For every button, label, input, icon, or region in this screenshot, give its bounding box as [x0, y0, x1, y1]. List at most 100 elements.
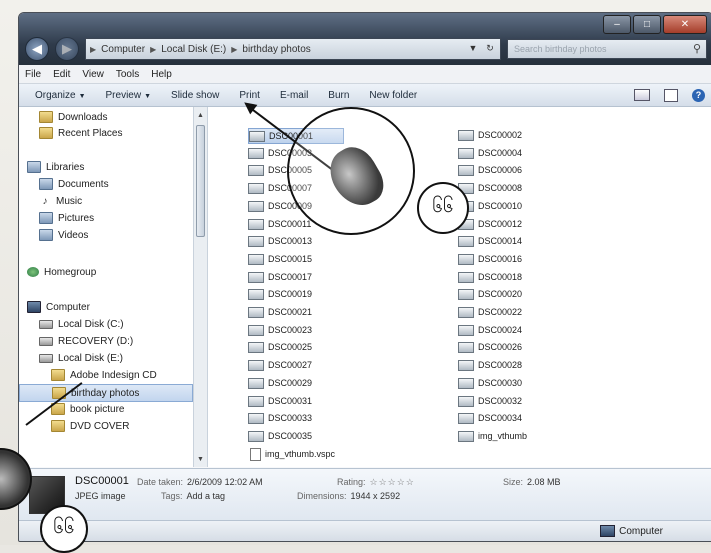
file-item[interactable]: DSC00030	[458, 376, 522, 390]
nav-item-birthday-photos[interactable]: birthday photos	[19, 384, 193, 402]
address-bar[interactable]: ▶ Computer ▶ Local Disk (E:) ▶ birthday …	[85, 38, 501, 60]
nav-item-computer[interactable]: Computer	[19, 299, 193, 315]
title-bar: – □ ✕ ◀ ▶ ▶ Computer ▶ Local Disk (E:) ▶…	[19, 13, 711, 65]
status-bar: Computer	[19, 520, 711, 541]
file-name: DSC00002	[478, 130, 523, 140]
file-item[interactable]: DSC00019	[248, 287, 312, 301]
nav-item-local-disk-e[interactable]: Local Disk (E:)	[19, 350, 193, 366]
slideshow-button[interactable]: Slide show	[161, 90, 229, 101]
breadcrumb-birthday-photos[interactable]: birthday photos	[237, 44, 315, 55]
file-item[interactable]: DSC00022	[458, 305, 522, 319]
refresh-icon[interactable]: ↻	[483, 41, 497, 55]
image-file-icon	[248, 359, 264, 371]
breadcrumb-computer[interactable]: Computer	[96, 44, 150, 55]
file-item[interactable]: DSC00025	[248, 340, 312, 354]
file-item[interactable]: DSC00002	[458, 128, 522, 142]
back-button[interactable]: ◀	[25, 37, 49, 61]
menu-help[interactable]: Help	[151, 69, 172, 80]
file-item[interactable]: img_vthumb	[458, 429, 527, 443]
file-item[interactable]: DSC00031	[248, 394, 312, 408]
selected-file-type: JPEG image	[75, 491, 126, 501]
library-icon	[39, 212, 53, 224]
file-item[interactable]: img_vthumb.vspc	[250, 447, 335, 461]
file-item[interactable]: DSC00032	[458, 394, 522, 408]
rating[interactable]: Rating: ☆☆☆☆☆	[337, 477, 415, 488]
maximize-button[interactable]: □	[633, 15, 661, 34]
preview-button[interactable]: Preview ▼	[96, 90, 162, 101]
file-name: DSC00025	[268, 342, 313, 352]
nav-item-local-disk-c[interactable]: Local Disk (C:)	[19, 316, 193, 332]
chevron-down-icon[interactable]: ▼	[466, 41, 480, 55]
menu-view[interactable]: View	[82, 69, 104, 80]
minimize-button[interactable]: –	[603, 15, 631, 34]
email-button[interactable]: E-mail	[270, 90, 318, 101]
scroll-up-icon[interactable]: ▲	[194, 109, 207, 121]
nav-item-downloads[interactable]: Downloads	[19, 109, 193, 125]
change-view-icon[interactable]	[634, 89, 650, 101]
image-file-icon	[248, 271, 264, 283]
nav-item-dvd-cover[interactable]: DVD COVER	[19, 418, 193, 434]
file-name: DSC00014	[478, 236, 523, 246]
nav-item-recent-places[interactable]: Recent Places	[19, 125, 193, 141]
image-file-icon	[458, 412, 474, 424]
file-item[interactable]: DSC00020	[458, 287, 522, 301]
file-item[interactable]: DSC00029	[248, 376, 312, 390]
search-input[interactable]: Search birthday photos ⚲	[507, 39, 707, 59]
scroll-down-icon[interactable]: ▼	[194, 453, 207, 465]
hand-icon	[321, 139, 391, 215]
file-item[interactable]: DSC00004	[458, 146, 522, 160]
file-item[interactable]: DSC00006	[458, 163, 522, 177]
nav-item-pictures[interactable]: Pictures	[19, 210, 193, 226]
file-item[interactable]: DSC00023	[248, 323, 312, 337]
file-item[interactable]: DSC00027	[248, 358, 312, 372]
burn-button[interactable]: Burn	[318, 90, 359, 101]
file-item[interactable]: DSC00024	[458, 323, 522, 337]
breadcrumb-local-disk[interactable]: Local Disk (E:)	[156, 44, 231, 55]
file-item[interactable]: DSC00035	[248, 429, 312, 443]
search-icon[interactable]: ⚲	[693, 42, 701, 55]
tags-value[interactable]: Add a tag	[187, 491, 226, 501]
file-item[interactable]: DSC00033	[248, 411, 312, 425]
file-item[interactable]: DSC00016	[458, 252, 522, 266]
menu-tools[interactable]: Tools	[116, 69, 139, 80]
file-item[interactable]: DSC00015	[248, 252, 312, 266]
nav-item-documents[interactable]: Documents	[19, 176, 193, 192]
organize-button[interactable]: Organize ▼	[25, 90, 96, 101]
new-folder-button[interactable]: New folder	[359, 90, 427, 101]
file-item[interactable]: DSC00028	[458, 358, 522, 372]
image-file-icon	[458, 253, 474, 265]
nav-item-music[interactable]: ♪ Music	[19, 193, 193, 209]
tags[interactable]: Tags: Add a tag	[161, 491, 225, 501]
rating-label: Rating:	[337, 477, 366, 487]
file-item[interactable]: DSC00008	[458, 181, 522, 195]
scroll-thumb[interactable]	[196, 125, 205, 237]
file-item[interactable]: DSC00034	[458, 411, 522, 425]
preview-pane-icon[interactable]	[664, 88, 678, 102]
file-item[interactable]: DSC00018	[458, 270, 522, 284]
image-file-icon	[458, 395, 474, 407]
file-item[interactable]: DSC00017	[248, 270, 312, 284]
file-name: DSC00012	[478, 219, 523, 229]
forward-button[interactable]: ▶	[55, 37, 79, 61]
file-item[interactable]: DSC00012	[458, 217, 522, 231]
nav-item-recovery-d[interactable]: RECOVERY (D:)	[19, 333, 193, 349]
file-item[interactable]: DSC00021	[248, 305, 312, 319]
close-button[interactable]: ✕	[663, 15, 707, 34]
rating-stars[interactable]: ☆☆☆☆☆	[370, 477, 415, 487]
nav-item-libraries[interactable]: Libraries	[19, 159, 193, 175]
nav-item-videos[interactable]: Videos	[19, 227, 193, 243]
help-icon[interactable]: ?	[692, 88, 705, 102]
file-list: DSC00001 DSC00003 DSC00005 DSC00007 DSC00009…	[208, 107, 711, 467]
file-item[interactable]: DSC00013	[248, 234, 312, 248]
file-item[interactable]: DSC00026	[458, 340, 522, 354]
image-file-icon	[458, 164, 474, 176]
nav-scrollbar[interactable]: ▲ ▼	[193, 107, 207, 467]
image-file-icon	[248, 324, 264, 336]
menu-edit[interactable]: Edit	[53, 69, 70, 80]
file-name: DSC00032	[478, 396, 523, 406]
nav-item-homegroup[interactable]: Homegroup	[19, 264, 193, 280]
nav-item-adobe-indesign-cd[interactable]: Adobe Indesign CD	[19, 367, 193, 383]
file-item[interactable]: DSC00014	[458, 234, 522, 248]
file-item[interactable]: DSC00011	[248, 217, 311, 231]
menu-file[interactable]: File	[25, 69, 41, 80]
